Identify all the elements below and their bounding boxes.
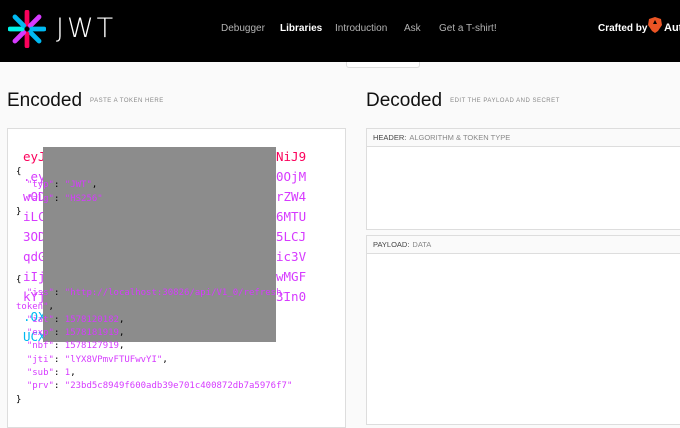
decoded-subtitle: EDIT THE PAYLOAD AND SECRET bbox=[450, 97, 560, 104]
nav-get-tshirt[interactable]: Get a T-shirt! bbox=[439, 23, 497, 34]
encoded-heading: Encoded PASTE A TOKEN HERE bbox=[7, 90, 164, 112]
header-json-editor[interactable]: { "typ": "JWT", "alg": "HS256" } bbox=[16, 166, 103, 219]
payload-json-editor[interactable]: { "iss": "http://localhost:30826/api/V1_… bbox=[16, 274, 292, 407]
payload-panel: PAYLOAD: DATA bbox=[366, 235, 680, 425]
auth0-logo-icon[interactable] bbox=[648, 17, 662, 33]
nav-ask[interactable]: Ask bbox=[404, 23, 421, 34]
token-line-right: NiJ9 bbox=[276, 149, 307, 164]
encoded-subtitle: PASTE A TOKEN HERE bbox=[90, 97, 164, 104]
crafted-by-label: Crafted by bbox=[598, 23, 648, 34]
top-navbar: JWT Debugger Libraries Introduction Ask … bbox=[0, 0, 680, 62]
auth0-link[interactable]: Aut bbox=[664, 22, 680, 34]
header-typ-value: "JWT" bbox=[64, 180, 92, 191]
token-line-right: 5LCJ bbox=[276, 229, 307, 244]
algorithm-select-edge[interactable] bbox=[346, 62, 420, 68]
header-alg-value: "HS256" bbox=[64, 193, 103, 204]
nav-libraries[interactable]: Libraries bbox=[280, 23, 322, 34]
decoded-title: Decoded bbox=[366, 90, 443, 111]
encoded-title: Encoded bbox=[7, 90, 83, 111]
nav-debugger[interactable]: Debugger bbox=[221, 23, 265, 34]
token-line-right: ic3V bbox=[276, 249, 307, 264]
token-line-right: rZW4 bbox=[276, 189, 307, 204]
decoded-heading: Decoded EDIT THE PAYLOAD AND SECRET bbox=[366, 90, 560, 112]
token-line-right: 0OjM bbox=[276, 169, 307, 184]
header-panel: HEADER: ALGORITHM & TOKEN TYPE bbox=[366, 128, 680, 230]
token-line-right: 6MTU bbox=[276, 209, 307, 224]
nav-introduction[interactable]: Introduction bbox=[335, 23, 387, 34]
jwt-logo-icon[interactable] bbox=[8, 10, 46, 48]
header-panel-title: HEADER: ALGORITHM & TOKEN TYPE bbox=[367, 129, 680, 147]
payload-panel-title: PAYLOAD: DATA bbox=[367, 236, 680, 254]
brand-wordmark[interactable]: JWT bbox=[56, 13, 116, 44]
